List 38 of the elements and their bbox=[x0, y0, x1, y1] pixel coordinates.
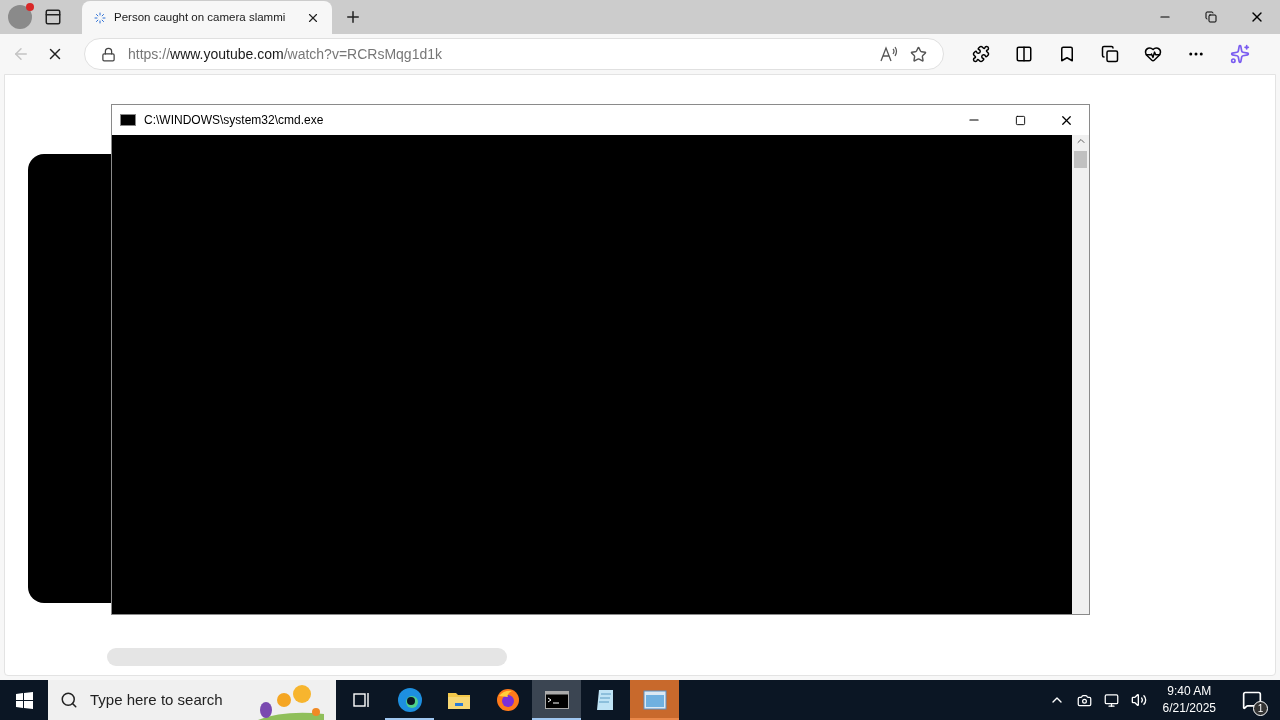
restore-icon bbox=[1205, 11, 1217, 23]
maximize-icon bbox=[1014, 114, 1026, 126]
network-icon[interactable] bbox=[1103, 692, 1119, 708]
search-field[interactable]: Type here to search bbox=[48, 680, 336, 720]
camera-icon[interactable] bbox=[1076, 692, 1092, 708]
windows-icon bbox=[15, 691, 33, 709]
favorites-icon[interactable] bbox=[1058, 45, 1076, 63]
split-screen-icon[interactable] bbox=[1015, 45, 1033, 63]
browser-tab[interactable]: Person caught on camera slammi bbox=[82, 1, 332, 34]
favorite-icon[interactable] bbox=[910, 45, 927, 63]
tab-title: Person caught on camera slammi bbox=[114, 9, 286, 25]
tab-actions-icon[interactable] bbox=[44, 8, 62, 26]
scrollbar-thumb[interactable] bbox=[1074, 151, 1087, 168]
browser-essentials-icon[interactable] bbox=[1144, 45, 1162, 63]
taskbar-app-button[interactable] bbox=[532, 680, 581, 720]
window-icon bbox=[642, 690, 667, 710]
address-field[interactable]: https://www.youtube.com/watch?v=RCRsMqg1d1k bbox=[84, 38, 944, 70]
notification-count: 1 bbox=[1253, 701, 1268, 716]
read-aloud-icon[interactable] bbox=[880, 46, 898, 62]
copilot-icon[interactable] bbox=[1230, 44, 1250, 64]
profile-icon[interactable] bbox=[8, 5, 32, 29]
lock-icon bbox=[101, 46, 116, 62]
task-view-icon bbox=[350, 690, 371, 710]
clock-time[interactable]: 9:40 AM bbox=[1167, 683, 1212, 700]
scrollbar[interactable] bbox=[1072, 135, 1089, 614]
url-text: https://www.youtube.com/watch?v=RCRsMqg1d1k bbox=[128, 44, 443, 64]
search-icon bbox=[60, 691, 78, 709]
firefox-icon bbox=[495, 688, 520, 712]
extensions-icon[interactable] bbox=[972, 45, 990, 63]
window-title: C:\WINDOWS\system32\cmd.exe bbox=[144, 112, 325, 129]
console-app-icon bbox=[120, 114, 136, 126]
console-icon bbox=[544, 691, 569, 709]
volume-icon[interactable] bbox=[1130, 692, 1147, 708]
clock-date[interactable]: 6/21/2025 bbox=[1162, 700, 1216, 717]
new-tab-icon[interactable] bbox=[344, 8, 362, 26]
search-placeholder: Type here to search bbox=[90, 689, 223, 710]
browser-icon bbox=[396, 687, 423, 713]
collections-icon[interactable] bbox=[1101, 45, 1119, 63]
